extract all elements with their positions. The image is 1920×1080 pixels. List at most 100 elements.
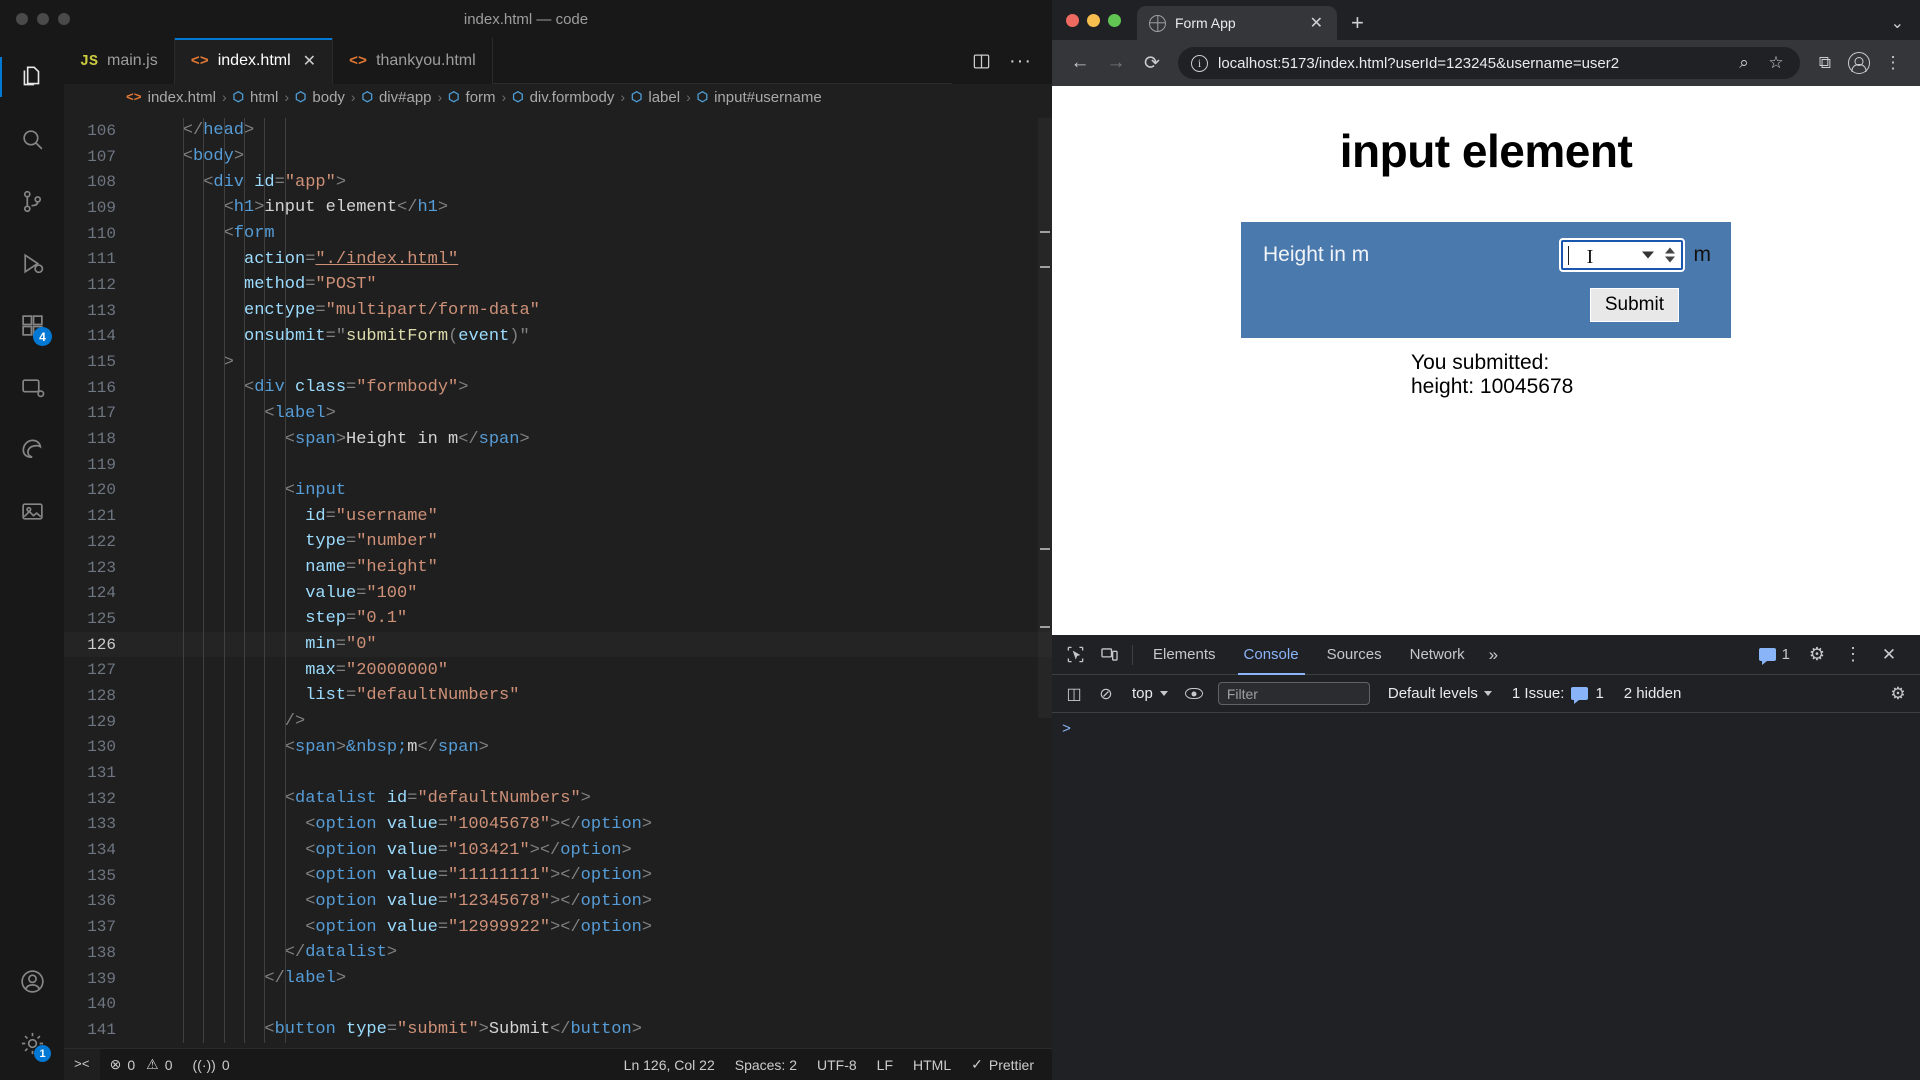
console-output[interactable]: >	[1052, 713, 1920, 1080]
code-line[interactable]: 138 </datalist>	[64, 940, 1052, 966]
code-line[interactable]: 130 <span>&nbsp;m</span>	[64, 735, 1052, 761]
remote-indicator[interactable]: ><	[64, 1048, 100, 1080]
back-button[interactable]: ←	[1062, 45, 1098, 81]
site-info-icon[interactable]: i	[1191, 54, 1208, 72]
forward-button[interactable]: →	[1098, 45, 1134, 81]
close-window-button[interactable]	[16, 13, 28, 25]
close-tab-button[interactable]: ✕	[303, 51, 316, 71]
address-bar[interactable]: i localhost:5173/index.html?userId=12324…	[1178, 47, 1800, 79]
browser-menu-button[interactable]: ⋮	[1876, 46, 1910, 80]
minimize-window-button[interactable]	[1087, 13, 1100, 27]
code-line[interactable]: 129 />	[64, 709, 1052, 735]
sidebar-item-search[interactable]	[0, 108, 64, 170]
code-line[interactable]: 141 <button type="submit">Submit</button>	[64, 1017, 1052, 1043]
devtools-dock-menu-button[interactable]: ⋮	[1836, 638, 1870, 672]
indentation-setting[interactable]: Spaces: 2	[725, 1057, 807, 1073]
ports-indicator[interactable]: ((·)) 0	[183, 1057, 240, 1073]
new-tab-button[interactable]: +	[1337, 6, 1378, 40]
clear-console-button[interactable]: ⊘	[1090, 678, 1122, 710]
editor-tab-index-html[interactable]: <> index.html ✕	[174, 38, 334, 84]
height-number-input[interactable]: I	[1558, 238, 1685, 272]
sidebar-item-source-control[interactable]	[0, 170, 64, 232]
code-line[interactable]: 133 <option value="10045678"></option>	[64, 812, 1052, 838]
window-traffic-lights[interactable]	[0, 13, 70, 25]
minimize-window-button[interactable]	[37, 13, 49, 25]
eol-setting[interactable]: LF	[867, 1057, 903, 1073]
breadcrumb-item-form[interactable]: ⬡ form	[448, 89, 495, 106]
breadcrumb-item-label[interactable]: ⬡ label	[631, 89, 680, 106]
code-line[interactable]: 134 <option value="103421"></option>	[64, 837, 1052, 863]
submit-button[interactable]: Submit	[1589, 288, 1679, 322]
breadcrumb-item-body[interactable]: ⬡ body	[295, 89, 345, 106]
sidebar-item-manage-settings[interactable]: 1	[0, 1012, 64, 1074]
problems-indicator[interactable]: ⊗ 0 ⚠ 0	[100, 1056, 183, 1073]
code-line[interactable]: 114 onsubmit="submitForm(event)"	[64, 324, 1052, 350]
code-line[interactable]: 108 <div id="app">	[64, 169, 1052, 195]
tab-network[interactable]: Network	[1396, 635, 1479, 675]
code-line[interactable]: 135 <option value="11111111"></option>	[64, 863, 1052, 889]
editor-scrollbar[interactable]	[1038, 118, 1052, 718]
tab-elements[interactable]: Elements	[1139, 635, 1230, 675]
sidebar-item-image-preview[interactable]	[0, 480, 64, 542]
hidden-messages-count[interactable]: 2 hidden	[1614, 685, 1692, 702]
code-line[interactable]: 127 max="20000000"	[64, 657, 1052, 683]
console-settings-button[interactable]: ⚙	[1882, 678, 1914, 710]
spinner-down-icon[interactable]	[1664, 256, 1675, 263]
extensions-button[interactable]: ⧉	[1808, 46, 1842, 80]
code-line[interactable]: 113 enctype="multipart/form-data"	[64, 298, 1052, 324]
code-line[interactable]: 116 <div class="formbody">	[64, 375, 1052, 401]
code-line[interactable]: 132 <datalist id="defaultNumbers">	[64, 786, 1052, 812]
sidebar-item-extensions[interactable]: 4	[0, 294, 64, 356]
code-line[interactable]: 137 <option value="12999922"></option>	[64, 914, 1052, 940]
bookmark-star-icon[interactable]: ☆	[1765, 46, 1787, 80]
tab-sources[interactable]: Sources	[1313, 635, 1396, 675]
console-filter-input[interactable]: Filter	[1217, 682, 1370, 705]
editor-tab-thankyou-html[interactable]: <> thankyou.html	[333, 38, 493, 84]
code-line[interactable]: 120 <input	[64, 478, 1052, 504]
browser-traffic-lights[interactable]	[1066, 0, 1137, 40]
devtools-settings-button[interactable]: ⚙	[1800, 638, 1834, 672]
code-line[interactable]: 126 min="0"	[64, 632, 1052, 658]
console-prompt-row[interactable]: >	[1062, 721, 1910, 738]
code-line[interactable]: 117 <label>	[64, 401, 1052, 427]
sidebar-item-accounts[interactable]	[0, 950, 64, 1012]
close-window-button[interactable]	[1066, 13, 1079, 27]
sidebar-item-run-and-debug[interactable]	[0, 232, 64, 294]
message-count-badge[interactable]: 1	[1751, 646, 1798, 665]
code-line[interactable]: 110 <form	[64, 221, 1052, 247]
issues-indicator[interactable]: 1 Issue: 1	[1502, 685, 1614, 704]
inspect-element-icon[interactable]	[1058, 638, 1092, 672]
zoom-icon[interactable]: ⌕	[1733, 46, 1755, 80]
tab-list-chevron-icon[interactable]: ⌄	[1875, 6, 1920, 40]
sidebar-item-remote-explorer[interactable]	[0, 356, 64, 418]
code-line[interactable]: 107 <body>	[64, 144, 1052, 170]
code-line[interactable]: 122 type="number"	[64, 529, 1052, 555]
spinner-up-icon[interactable]	[1664, 247, 1675, 254]
live-expression-button[interactable]	[1178, 678, 1210, 710]
code-line[interactable]: 115 >	[64, 349, 1052, 375]
encoding-setting[interactable]: UTF-8	[807, 1057, 867, 1073]
sidebar-item-explorer[interactable]	[0, 46, 64, 108]
device-toolbar-icon[interactable]	[1092, 638, 1126, 672]
code-line[interactable]: 109 <h1>input element</h1>	[64, 195, 1052, 221]
tab-console[interactable]: Console	[1230, 635, 1313, 675]
code-line[interactable]: 128 list="defaultNumbers"	[64, 683, 1052, 709]
code-line[interactable]: 106 </head>	[64, 118, 1052, 144]
browser-tab[interactable]: Form App ✕	[1137, 6, 1337, 40]
cursor-position[interactable]: Ln 126, Col 22	[614, 1057, 725, 1073]
breadcrumb-item-div-app[interactable]: ⬡ div#app	[362, 89, 432, 106]
code-line[interactable]: 131	[64, 760, 1052, 786]
console-sidebar-toggle[interactable]: ◫	[1058, 678, 1090, 710]
code-line[interactable]: 140	[64, 991, 1052, 1017]
code-line[interactable]: 125 step="0.1"	[64, 606, 1052, 632]
more-tabs-button[interactable]: »	[1479, 645, 1508, 665]
maximize-window-button[interactable]	[1108, 13, 1121, 27]
devtools-close-button[interactable]: ✕	[1872, 638, 1906, 672]
more-actions-icon[interactable]: ···	[1009, 50, 1032, 73]
formatter-indicator[interactable]: ✓ Prettier	[961, 1056, 1052, 1073]
code-line[interactable]: 119	[64, 452, 1052, 478]
breadcrumb-item-file[interactable]: <> index.html	[126, 89, 216, 106]
code-line[interactable]: 123 name="height"	[64, 555, 1052, 581]
profile-button[interactable]	[1842, 46, 1876, 80]
code-line[interactable]: 118 <span>Height in m</span>	[64, 426, 1052, 452]
